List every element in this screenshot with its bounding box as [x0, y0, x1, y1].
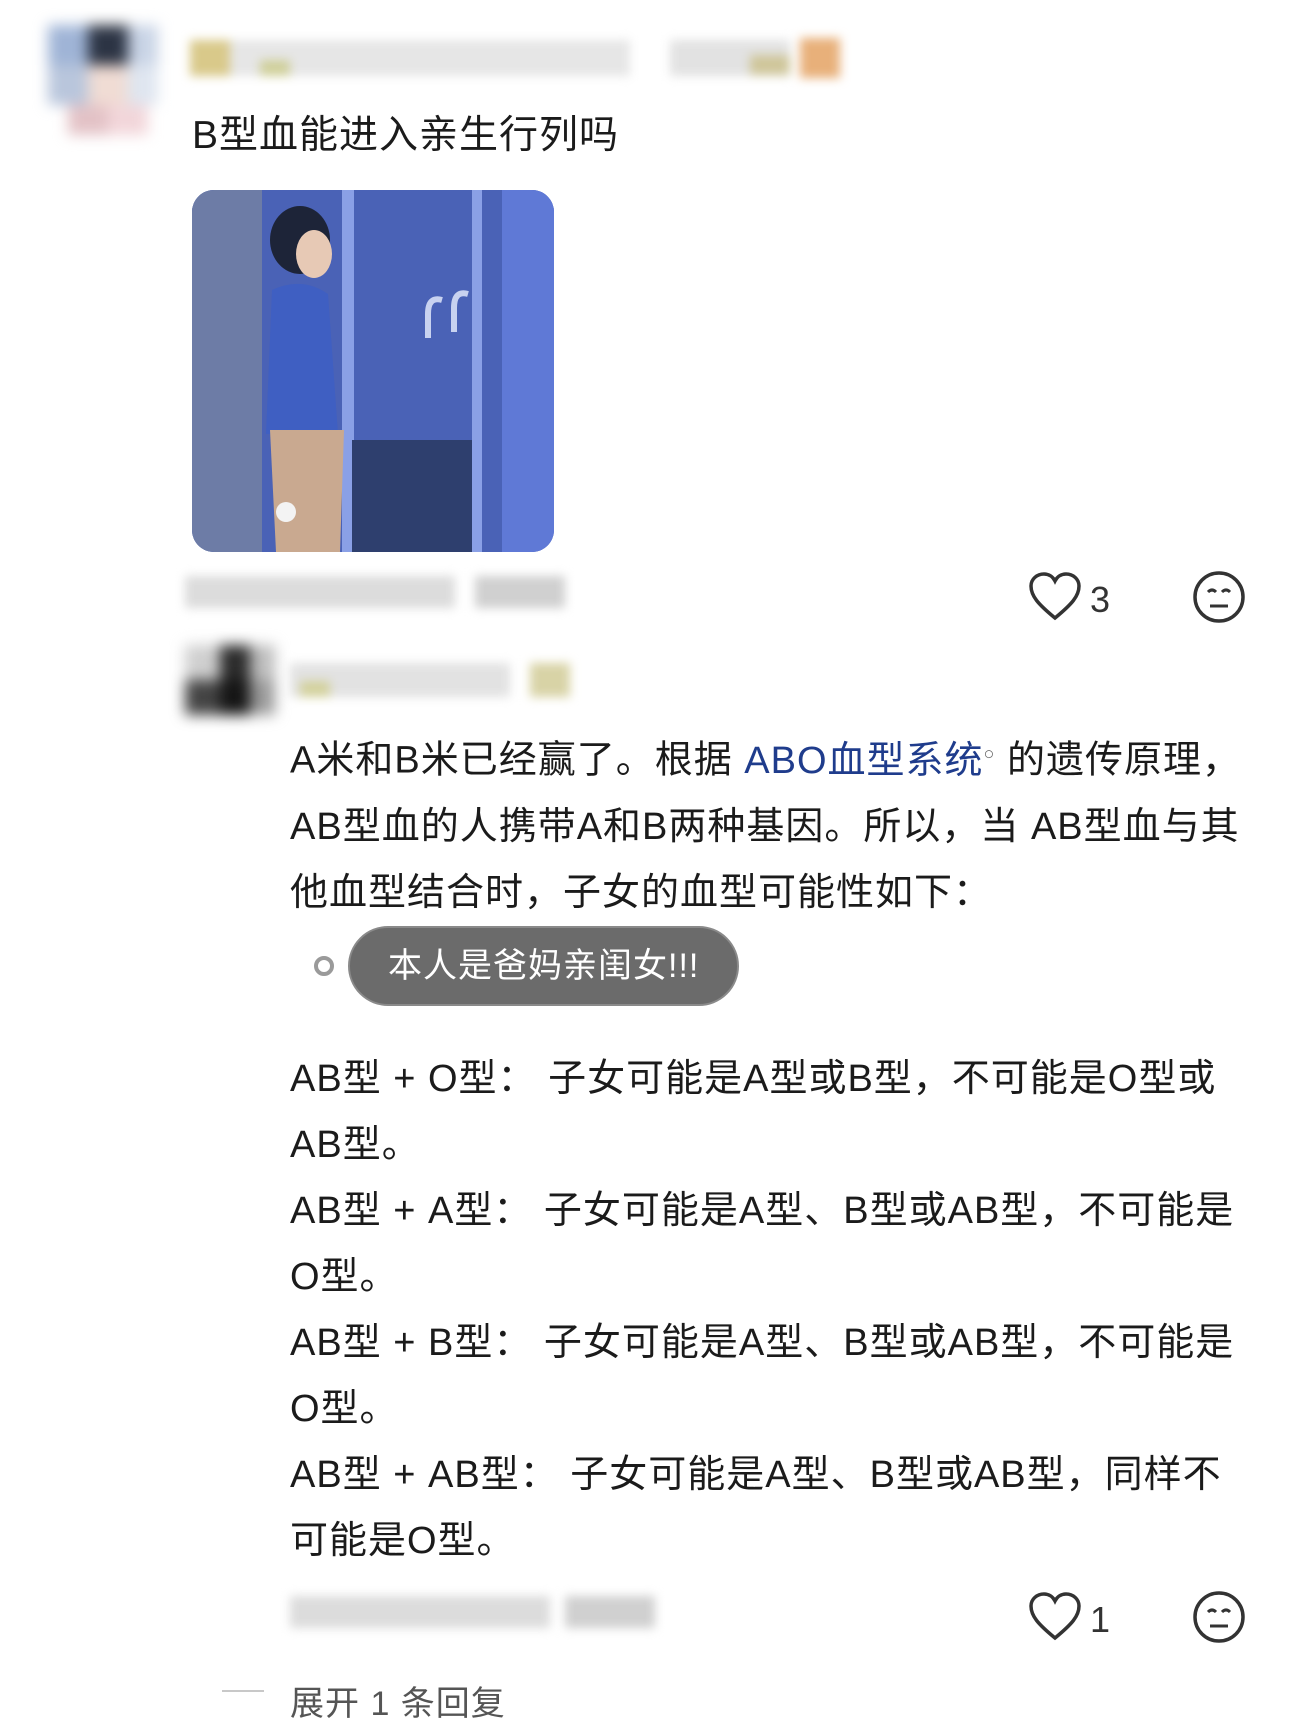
- comment-1-like-count: 3: [1090, 578, 1111, 620]
- reply-timestamp: [290, 1592, 670, 1632]
- annotation-text: 本人是爸妈亲闺女!!!: [348, 925, 740, 1006]
- reply-text: A米和B米已经赢了。根据 ABO血型系统○ 的遗传原理，AB型血的人携带A和B两…: [290, 720, 1250, 1574]
- search-icon: ○: [983, 743, 996, 763]
- expand-replies-button[interactable]: 展开 1 条回复: [290, 1676, 506, 1725]
- neutral-face-icon: [1192, 571, 1246, 628]
- comment-image[interactable]: [192, 190, 554, 552]
- username-replier[interactable]: [290, 655, 570, 703]
- reply-intro-text: A米和B米已经赢了。根据: [290, 739, 745, 782]
- neutral-face-icon: [1192, 1591, 1246, 1648]
- avatar-commenter-1[interactable]: [38, 20, 168, 140]
- avatar-replier[interactable]: [180, 640, 280, 720]
- comment-1-timestamp: [185, 572, 565, 612]
- comment-text: B型血能进入亲生行列吗: [192, 114, 620, 157]
- abo-link[interactable]: ABO血型系统○: [744, 740, 995, 782]
- reply-like-count: 1: [1090, 1598, 1111, 1640]
- expand-divider: [222, 1690, 264, 1692]
- abo-link-text[interactable]: ABO血型系统: [744, 740, 983, 782]
- reply-intro: A米和B米已经赢了。根据 ABO血型系统○ 的遗传原理，AB型血的人携带A和B两…: [290, 720, 1250, 1006]
- reply-line-2: AB型 + A型： 子女可能是A型、B型或AB型，不可能是O型。: [290, 1189, 1235, 1298]
- reply-line-1: AB型 + O型： 子女可能是A型或B型，不可能是O型或AB型。: [290, 1057, 1217, 1166]
- comment-1-like-button[interactable]: 3: [1028, 572, 1110, 627]
- heart-outline-icon: [1028, 1592, 1082, 1647]
- annotation-bubble[interactable]: 本人是爸妈亲闺女!!!: [314, 925, 740, 1006]
- reply-line-4: AB型 + AB型： 子女可能是A型、B型或AB型，同样不可能是O型。: [290, 1453, 1222, 1562]
- heart-outline-icon: [1028, 572, 1082, 627]
- annotation-dot-icon: [314, 955, 334, 976]
- reply-like-button[interactable]: 1: [1028, 1592, 1110, 1647]
- username-commenter-1[interactable]: [190, 30, 850, 80]
- reply-line-3: AB型 + B型： 子女可能是A型、B型或AB型，不可能是O型。: [290, 1321, 1235, 1430]
- reply-react-button[interactable]: [1192, 1590, 1246, 1644]
- comment-1-react-button[interactable]: [1192, 570, 1246, 624]
